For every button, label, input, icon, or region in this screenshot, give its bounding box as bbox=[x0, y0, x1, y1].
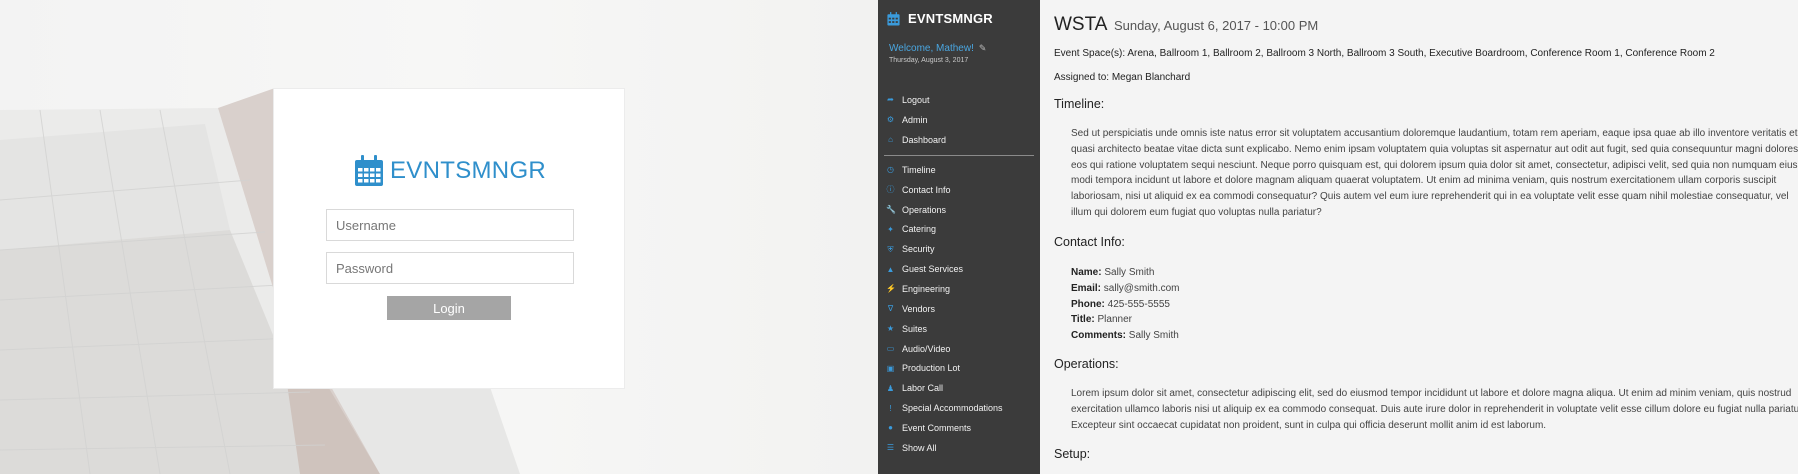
login-brand-text: EVNTSMNGR bbox=[390, 157, 547, 184]
sidebar-item-guest-services[interactable]: ▲ Guest Services bbox=[878, 259, 1040, 279]
sidebar-item-admin[interactable]: ⚙ Admin bbox=[878, 110, 1040, 130]
setup-heading: Setup: bbox=[1054, 447, 1091, 461]
sidebar-item-catering[interactable]: ✦ Catering bbox=[878, 220, 1040, 240]
event-datetime: Sunday, August 6, 2017 - 10:00 PM bbox=[1113, 18, 1319, 33]
clock-icon: ◷ bbox=[887, 165, 894, 175]
welcome-date: Thursday, August 3, 2017 bbox=[889, 57, 969, 64]
calendar-icon bbox=[887, 11, 900, 25]
sidebar-item-operations[interactable]: 🔧 Operations bbox=[878, 200, 1040, 220]
login-brand: EVNTSMNGR bbox=[354, 153, 554, 189]
username-input[interactable] bbox=[326, 209, 574, 241]
sidebar-item-show-all[interactable]: ☰ Show All bbox=[878, 438, 1040, 458]
event-assigned: Assigned to: Megan Blanchard bbox=[1054, 72, 1191, 83]
gears-icon: ⚙ bbox=[886, 115, 895, 125]
event-detail-content: WSTA Sunday, August 6, 2017 - 10:00 PM E… bbox=[1040, 0, 1798, 474]
welcome-text: Welcome, Mathew! bbox=[889, 43, 974, 54]
sidebar-item-contact-info[interactable]: ⓘ Contact Info bbox=[878, 180, 1040, 200]
sidebar-top-nav: ➦ Logout ⚙ Admin ⌂ Dashboard bbox=[878, 90, 1040, 150]
calendar-icon bbox=[355, 155, 383, 186]
event-spaces: Event Space(s): Arena, Ballroom 1, Ballr… bbox=[1054, 48, 1715, 59]
sidebar-item-production-lot[interactable]: ▣ Production Lot bbox=[878, 358, 1040, 378]
sidebar-brand-text: EVNTSMNGR bbox=[908, 11, 993, 26]
home-icon: ⌂ bbox=[888, 135, 893, 145]
sidebar-brand[interactable]: EVNTSMNGR bbox=[887, 11, 993, 26]
sidebar-divider bbox=[884, 155, 1034, 156]
event-name: WSTA bbox=[1054, 14, 1108, 35]
sidebar-item-labor-call[interactable]: ♟ Labor Call bbox=[878, 378, 1040, 398]
login-card: EVNTSMNGR Login bbox=[273, 88, 625, 389]
contact-heading: Contact Info: bbox=[1054, 235, 1125, 249]
list-icon: ☰ bbox=[886, 443, 895, 453]
vendor-icon: ∇ bbox=[887, 304, 894, 314]
contact-info: Name: Sally Smith Email: sally@smith.com… bbox=[1071, 265, 1180, 344]
password-input[interactable] bbox=[326, 252, 574, 284]
operations-heading: Operations: bbox=[1054, 357, 1119, 371]
timeline-text: Sed ut perspiciatis unde omnis iste natu… bbox=[1071, 128, 1798, 218]
timeline-heading: Timeline: bbox=[1054, 97, 1105, 111]
logout-icon: ➦ bbox=[887, 95, 894, 105]
operations-text: Lorem ipsum dolor sit amet, consectetur … bbox=[1071, 388, 1798, 431]
sidebar: EVNTSMNGR Welcome, Mathew! ✎ Thursday, A… bbox=[878, 0, 1040, 474]
wrench-icon: 🔧 bbox=[886, 205, 896, 215]
truck-icon: ▣ bbox=[886, 363, 895, 373]
thumbs-up-icon: ▲ bbox=[886, 264, 895, 274]
contact-comments: Comments: Sally Smith bbox=[1071, 330, 1179, 342]
shield-icon: ⛨ bbox=[887, 244, 894, 254]
info-icon: ⓘ bbox=[886, 185, 895, 195]
contact-email: Email: sally@smith.com bbox=[1071, 282, 1180, 294]
star-icon: ★ bbox=[886, 324, 895, 334]
utensils-icon: ✦ bbox=[887, 224, 894, 234]
pencil-icon[interactable]: ✎ bbox=[979, 43, 987, 54]
exclamation-icon: ! bbox=[889, 403, 892, 413]
plug-icon: ⚡ bbox=[886, 284, 896, 294]
comments-icon: ● bbox=[888, 423, 893, 433]
sidebar-item-timeline[interactable]: ◷ Timeline bbox=[878, 160, 1040, 180]
sidebar-item-audio-video[interactable]: ▭ Audio/Video bbox=[878, 339, 1040, 359]
sidebar-section-nav: ◷ Timeline ⓘ Contact Info 🔧 Operations ✦ Cat… bbox=[878, 160, 1040, 458]
sidebar-item-suites[interactable]: ★ Suites bbox=[878, 319, 1040, 339]
welcome-message: Welcome, Mathew! ✎ bbox=[889, 43, 986, 54]
sidebar-item-special-accommodations[interactable]: ! Special Accommodations bbox=[878, 398, 1040, 418]
sidebar-item-security[interactable]: ⛨ Security bbox=[878, 239, 1040, 259]
sidebar-item-dashboard[interactable]: ⌂ Dashboard bbox=[878, 130, 1040, 150]
contact-name: Name: Sally Smith bbox=[1071, 267, 1155, 278]
contact-phone: Phone: 425-555-5555 bbox=[1071, 298, 1170, 310]
person-icon: ♟ bbox=[886, 383, 895, 393]
contact-title: Title: Planner bbox=[1071, 314, 1132, 326]
login-button[interactable]: Login bbox=[387, 296, 511, 320]
sidebar-item-event-comments[interactable]: ● Event Comments bbox=[878, 418, 1040, 438]
sidebar-item-logout[interactable]: ➦ Logout bbox=[878, 90, 1040, 110]
event-header: WSTA Sunday, August 6, 2017 - 10:00 PM bbox=[1054, 14, 1318, 36]
laptop-icon: ▭ bbox=[886, 344, 895, 354]
sidebar-item-vendors[interactable]: ∇ Vendors bbox=[878, 299, 1040, 319]
sidebar-item-engineering[interactable]: ⚡ Engineering bbox=[878, 279, 1040, 299]
